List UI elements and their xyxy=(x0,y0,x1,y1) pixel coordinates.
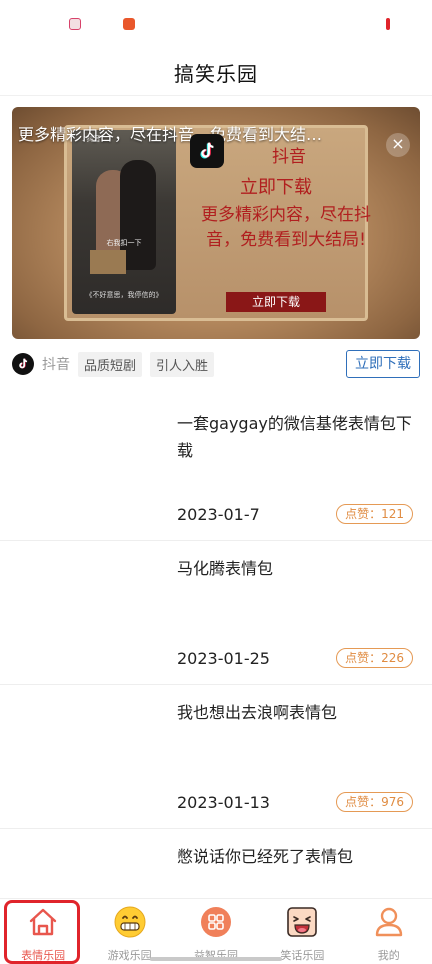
list-item[interactable]: 我也想出去浪啊表情包 2023-01-13 点赞：976 xyxy=(0,685,432,829)
person-icon xyxy=(372,905,406,939)
grin-emoji-icon xyxy=(113,905,147,939)
ad-source-label: 抖音 xyxy=(42,357,70,373)
tab-puzzle-park[interactable]: 益智乐园 xyxy=(173,899,259,964)
ad-video-thumbnail[interactable]: ♪抖音 右我扣一下 《不好意思，我停信的》 xyxy=(72,130,176,314)
post-title: 一套gaygay的微信基佬表情包下载 xyxy=(177,414,412,460)
ad-headline: 更多精彩内容，尽在抖音，免费看到大结… xyxy=(18,125,323,144)
bottom-tab-bar: 表情乐园 游戏乐园 益智乐园 笑话乐园 我的 xyxy=(0,898,432,964)
ad-tag: 引人入胜 xyxy=(150,351,215,377)
laughing-face-icon xyxy=(285,905,319,939)
post-date: 2023-01-7 xyxy=(177,505,260,524)
tab-label: 我的 xyxy=(377,949,400,962)
likes-badge: 点赞：226 xyxy=(336,648,413,668)
tab-game-park[interactable]: 游戏乐园 xyxy=(86,899,172,964)
house-icon xyxy=(26,905,60,939)
likes-badge: 点赞：121 xyxy=(336,504,413,524)
post-title: 我也想出去浪啊表情包 xyxy=(177,703,338,722)
tab-joke-park[interactable]: 笑话乐园 xyxy=(259,899,345,964)
status-bar xyxy=(0,0,432,50)
ad-cta-heading: 立即下载 xyxy=(240,177,312,198)
close-icon[interactable]: × xyxy=(386,133,410,157)
tab-mine[interactable]: 我的 xyxy=(346,899,432,964)
page-title: 搞笑乐园 xyxy=(174,62,258,86)
navigation-bar: 搞笑乐园 xyxy=(0,50,432,96)
post-title: 憋说话你已经死了表情包 xyxy=(177,847,354,866)
notification-app-icon-2 xyxy=(123,18,135,30)
video-hint: 右我扣一下 xyxy=(106,239,142,247)
ad-brand-name: 抖音 xyxy=(272,147,306,167)
battery-icon xyxy=(386,18,390,30)
list-item[interactable]: 憋说话你已经死了表情包 xyxy=(0,829,432,898)
tiktok-logo-icon xyxy=(190,134,224,168)
ad-download-button-inner[interactable]: 立即下载 xyxy=(226,292,326,312)
grid-apps-icon xyxy=(199,905,233,939)
person-figure-skirt xyxy=(90,250,126,274)
list-item[interactable]: 一套gaygay的微信基佬表情包下载 2023-01-7 点赞：121 xyxy=(0,396,432,541)
home-indicator[interactable] xyxy=(150,957,282,961)
ad-meta-row: 抖音 品质短剧 引人入胜 立即下载 xyxy=(12,350,420,378)
download-button[interactable]: 立即下载 xyxy=(346,350,420,378)
notification-app-icon xyxy=(69,18,81,30)
tiktok-small-logo-icon xyxy=(12,353,34,375)
tab-emoji-park[interactable]: 表情乐园 xyxy=(0,899,86,964)
tab-label: 游戏乐园 xyxy=(107,949,152,962)
post-date: 2023-01-25 xyxy=(177,649,270,668)
post-date: 2023-01-13 xyxy=(177,793,270,812)
video-caption: 《不好意思，我停信的》 xyxy=(85,291,163,299)
post-title: 马化腾表情包 xyxy=(177,559,274,578)
ad-tag: 品质短剧 xyxy=(78,351,143,377)
tab-label: 笑话乐园 xyxy=(280,949,325,962)
ad-description: 更多精彩内容，尽在抖音，免费看到大结局! xyxy=(201,205,371,250)
list-item[interactable]: 马化腾表情包 2023-01-25 点赞：226 xyxy=(0,541,432,685)
likes-badge: 点赞：976 xyxy=(336,792,413,812)
